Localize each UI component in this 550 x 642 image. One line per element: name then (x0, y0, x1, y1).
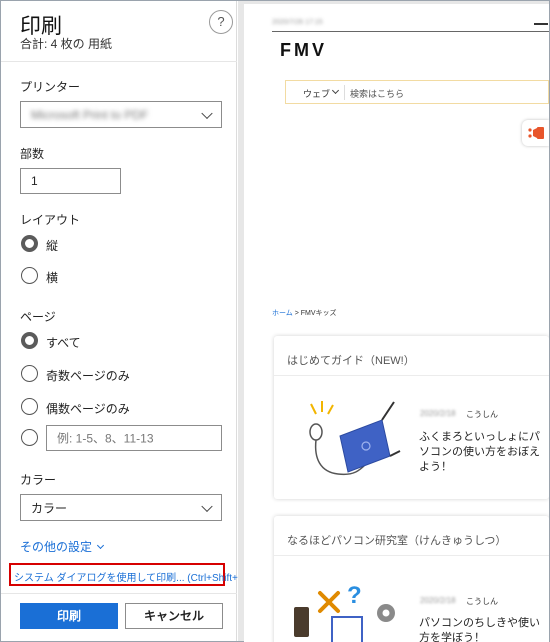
copies-label: 部数 (20, 147, 45, 161)
search-placeholder: 検索はこちら (350, 89, 405, 99)
card-title: なるほどパソコン研究室（けんきゅうしつ） (287, 535, 507, 547)
printer-select[interactable]: Microsoft Print to PDF (20, 101, 222, 128)
more-settings-link[interactable]: その他の設定 (20, 538, 105, 555)
laptop-illustration-icon (309, 401, 401, 476)
card-date: 2020/2/18 (420, 596, 456, 605)
divider (344, 85, 345, 100)
card-title: はじめてガイド（NEW!） (287, 355, 415, 367)
page-header-mark (534, 23, 548, 25)
radio-all-pages-label: すべて (46, 336, 81, 350)
page-range-placeholder: 例: 1-5、8、11-13 (57, 431, 154, 446)
card-description: パソコンのちしきや使い方を学ぼう！ (419, 617, 540, 642)
card-user: こうしん (466, 410, 498, 419)
lab-card: なるほどパソコン研究室（けんきゅうしつ） ? 2020/2/18 こうしん パソ… (274, 516, 549, 642)
printer-label: プリンター (20, 80, 81, 94)
breadcrumb-home: ホーム (272, 310, 293, 317)
site-search-bar: ウェブ 検索はこちら (285, 80, 549, 104)
guide-card: はじめてガイド（NEW!） 2020/2/18 こうしん ふくまろといっしょにパ… (274, 336, 549, 499)
page-header-line (272, 31, 549, 32)
copies-value: 1 (31, 174, 38, 188)
copies-input[interactable]: 1 (20, 168, 121, 194)
print-settings-panel: 印刷 合計: 4 枚の 用紙 ? プリンター Microsoft Print t… (1, 1, 248, 641)
divider (274, 555, 549, 556)
breadcrumb-current: FMVキッズ (300, 310, 337, 317)
radio-all-pages[interactable] (21, 332, 38, 349)
pages-label: ページ (20, 310, 56, 324)
sheet-count: 合計: 4 枚の 用紙 (20, 37, 113, 51)
help-icon[interactable]: ? (209, 10, 233, 34)
radio-even-pages-label: 偶数ページのみ (46, 402, 130, 416)
layout-label: レイアウト (20, 213, 81, 227)
tools-illustration-icon: ? (294, 582, 395, 642)
radio-landscape-label: 横 (46, 271, 59, 285)
radio-odd-pages-label: 奇数ページのみ (46, 369, 130, 383)
share-icon (522, 120, 549, 146)
page-range-input[interactable]: 例: 1-5、8、11-13 (46, 425, 222, 451)
more-settings-label: その他の設定 (20, 540, 93, 554)
divider (274, 375, 549, 376)
divider (1, 593, 237, 594)
print-button[interactable]: 印刷 (20, 603, 118, 629)
card-date: 2020/2/18 (420, 409, 456, 418)
radio-even-pages[interactable] (21, 398, 38, 415)
page-header-date: 2020/7/26 17:15 (272, 19, 323, 26)
radio-portrait[interactable] (21, 235, 38, 252)
radio-custom-pages[interactable] (21, 429, 38, 446)
card-user: こうしん (466, 597, 498, 606)
preview-page: 2020/7/26 17:15 FMV ウェブ 検索はこちら ホーム > FMV… (244, 4, 549, 642)
card-description: ふくまろといっしょにパソコンの使い方をおぼえよう！ (419, 431, 540, 473)
breadcrumb-separator: > (292, 310, 301, 317)
chevron-down-icon (201, 107, 213, 119)
chevron-down-icon (331, 86, 340, 95)
chevron-down-icon (96, 541, 105, 550)
chevron-down-icon (201, 500, 213, 512)
radio-landscape[interactable] (21, 267, 38, 284)
search-scope: ウェブ (303, 89, 331, 99)
divider (1, 61, 237, 62)
breadcrumb: ホーム > FMVキッズ (272, 308, 337, 318)
color-label: カラー (20, 473, 57, 487)
color-value: カラー (31, 501, 68, 515)
radio-odd-pages[interactable] (21, 365, 38, 382)
color-select[interactable]: カラー (20, 494, 222, 521)
site-logo: FMV (280, 40, 327, 60)
radio-portrait-label: 縦 (46, 239, 59, 253)
system-dialog-link[interactable]: システム ダイアログを使用して印刷... (Ctrl+Shift+P) (9, 563, 248, 586)
printer-value: Microsoft Print to PDF (31, 107, 149, 122)
svg-text:?: ? (347, 582, 362, 609)
cancel-button[interactable]: キャンセル (125, 603, 223, 629)
